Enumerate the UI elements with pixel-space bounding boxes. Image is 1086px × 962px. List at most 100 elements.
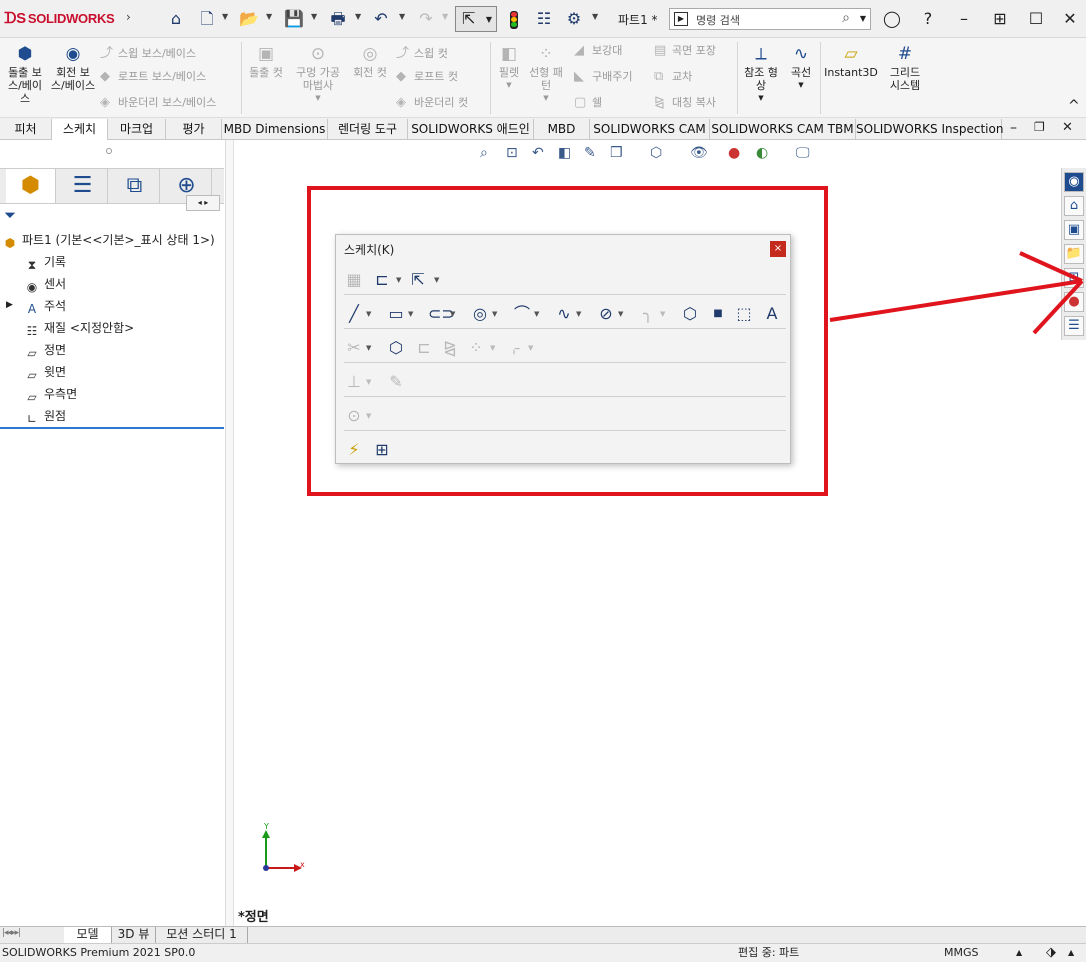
ellipse-icon[interactable]: ⊘ [596, 304, 616, 324]
quick-tips-arrow[interactable]: ▲ [1068, 944, 1074, 962]
tree-item-origin[interactable]: ∟ 원점 [24, 408, 66, 427]
select-dropdown-arrow[interactable]: ▼ [486, 15, 492, 24]
instant3d-button[interactable]: ▱ Instant3D [824, 44, 878, 79]
fillet-button[interactable]: ◧ 필렛 ▼ [494, 44, 524, 92]
home-icon[interactable]: ⌂ [165, 8, 187, 30]
zoom-to-fit-icon[interactable]: ⌕ [480, 145, 488, 161]
fillet-icon[interactable]: ╮ [638, 304, 658, 324]
revolve-boss-button[interactable]: ◉ 회전 보스/베이스 [50, 44, 96, 92]
curves-button[interactable]: ∿ 곡선 ▼ [784, 44, 818, 92]
dropdown-arrow[interactable]: ▼ [450, 310, 455, 318]
new-dropdown-arrow[interactable]: ▼ [222, 12, 228, 21]
panel-tab-scroll-arrows[interactable]: ◂ ▸ [186, 195, 220, 211]
quick-snaps-icon[interactable]: ⊙ [344, 406, 364, 426]
unit-dropdown-arrow[interactable]: ▲ [1016, 944, 1022, 962]
section-view-icon[interactable]: ◧ [558, 145, 571, 161]
dropdown-arrow[interactable]: ▼ [366, 344, 371, 352]
configuration-manager-tab-icon[interactable]: ⧉ [110, 169, 160, 203]
solidworks-resources-icon[interactable]: ◉ [1064, 172, 1084, 192]
intersect-button[interactable]: ⧉ 교차 [654, 68, 692, 84]
tab-evaluate[interactable]: 평가 [166, 119, 222, 140]
restore-layout-button[interactable]: ⊞ [986, 6, 1014, 32]
hide-show-items-icon[interactable]: 👁 [690, 145, 708, 161]
offset-entities-icon[interactable]: ⊏ [414, 338, 434, 358]
dropdown-arrow[interactable]: ▼ [534, 310, 539, 318]
view-orientation-icon[interactable]: ❒ [610, 145, 623, 161]
move-entities-icon[interactable]: ⌌ [504, 338, 524, 358]
redo-dropdown-arrow[interactable]: ▼ [442, 12, 448, 21]
sketch-icon[interactable]: ⊏ [372, 270, 392, 290]
doc-restore-button[interactable]: ❐ [1034, 120, 1045, 134]
rib-button[interactable]: ◢ 보강대 [574, 42, 622, 58]
tab-solidworks-addins[interactable]: SOLIDWORKS 애드인 [408, 119, 534, 140]
mirror-entities-icon[interactable]: ⧎ [440, 338, 460, 358]
search-commands-field[interactable]: ▶ 명령 검색 ⌕ ▼ [669, 8, 871, 30]
options-dropdown-arrow[interactable]: ▼ [592, 12, 598, 21]
undo-icon[interactable]: ↶ [370, 8, 392, 30]
minimize-button[interactable]: – [950, 6, 978, 32]
collapse-ribbon-icon[interactable]: ^ [1068, 98, 1080, 114]
tab-mbd-dimensions[interactable]: MBD Dimensions [222, 119, 328, 140]
tab-markup[interactable]: 마크업 [108, 119, 166, 140]
doc-minimize-button[interactable]: – [1010, 120, 1017, 136]
maximize-button[interactable]: ☐ [1022, 6, 1050, 32]
expand-arrow-icon[interactable]: ▶ [6, 300, 13, 310]
tree-item-history[interactable]: ⧗ 기록 [24, 254, 66, 273]
trim-icon[interactable]: ✂ [344, 338, 364, 358]
loft-boss-button[interactable]: ◆ 로프트 보스/베이스 [100, 68, 206, 84]
dynamic-annotation-icon[interactable]: ✎ [584, 145, 596, 161]
user-icon[interactable]: ◯ [878, 6, 906, 32]
grid-icon[interactable]: ▦ [344, 270, 364, 290]
filter-icon[interactable]: ⏷ [4, 206, 16, 224]
property-manager-tab-icon[interactable]: ☰ [58, 169, 108, 203]
dropdown-arrow[interactable]: ▼ [490, 344, 495, 352]
revolve-cut-button[interactable]: ◎ 회전 컷 [348, 44, 392, 79]
repair-sketch-icon[interactable]: ✎ [386, 372, 406, 392]
tab-solidworks-cam-tbm[interactable]: SOLIDWORKS CAM TBM [710, 119, 856, 140]
tab-solidworks-cam[interactable]: SOLIDWORKS CAM [590, 119, 710, 140]
swept-cut-button[interactable]: ⤴ 스윕 컷 [396, 42, 448, 61]
apply-scene-icon[interactable]: ◐ [756, 145, 768, 161]
shell-button[interactable]: ▢ 쉘 [574, 94, 602, 110]
point-icon[interactable]: ■ [708, 304, 728, 324]
tab-3d-views[interactable]: 3D 뷰 [112, 927, 156, 943]
redo-icon[interactable]: ↷ [415, 8, 437, 30]
traffic-light-icon[interactable] [503, 8, 525, 30]
tree-item-right-plane[interactable]: ▱ 우측면 [24, 386, 77, 405]
help-icon[interactable]: ? [914, 6, 942, 32]
feature-manager-tab-icon[interactable]: ⬢ [6, 169, 56, 203]
boundary-boss-button[interactable]: ◈ 바운더리 보스/베이스 [100, 94, 216, 110]
home-icon[interactable]: ⌂ [1064, 196, 1084, 216]
dropdown-arrow[interactable]: ▼ [366, 310, 371, 318]
swept-boss-button[interactable]: ⤴ 스윕 보스/베이스 [100, 42, 196, 61]
tree-item-annotations[interactable]: A 주석 [24, 298, 66, 317]
file-properties-icon[interactable]: ☷ [533, 8, 555, 30]
new-document-icon[interactable]: 🗋 [196, 8, 218, 30]
tree-item-material[interactable]: ☷ 재질 <지정안함> [24, 320, 135, 339]
menu-expand-arrow-icon[interactable]: › [126, 10, 131, 24]
centerline-plane-icon[interactable]: ⬚ [734, 304, 754, 324]
tab-motion-study[interactable]: 모션 스터디 1 [156, 927, 248, 943]
tab-sketch[interactable]: 스케치 [52, 119, 108, 140]
rectangle-icon[interactable]: ▭ [386, 304, 406, 324]
edit-appearance-icon[interactable]: ● [728, 145, 740, 161]
polygon-icon[interactable]: ⬡ [680, 304, 700, 324]
boundary-cut-button[interactable]: ◈ 바운더리 컷 [396, 94, 468, 110]
open-dropdown-arrow[interactable]: ▼ [266, 12, 272, 21]
open-folder-icon[interactable]: 📂 [238, 8, 260, 30]
zoom-to-area-icon[interactable]: ⊡ [506, 145, 518, 161]
wrap-button[interactable]: ▤ 곡면 포장 [654, 42, 716, 58]
draft-button[interactable]: ◣ 구배주기 [574, 68, 632, 84]
slot-icon[interactable]: ⊂⊃ [428, 304, 455, 324]
extrude-cut-button[interactable]: ▣ 돌출 컷 [246, 44, 286, 79]
spline-icon[interactable]: ∿ [554, 304, 574, 324]
tree-root-part[interactable]: ⬢ 파트1 (기본<<기본>_표시 상태 1>) [2, 232, 215, 251]
tree-item-sensors[interactable]: ◉ 센서 [24, 276, 66, 295]
instant2d-icon[interactable]: ⊞ [372, 440, 392, 460]
dropdown-arrow[interactable]: ▼ [434, 276, 439, 284]
loft-cut-button[interactable]: ◆ 로프트 컷 [396, 68, 458, 84]
quick-tips-icon[interactable]: ⬗ [1046, 944, 1056, 962]
display-relations-icon[interactable]: ⊥ [344, 372, 364, 392]
smart-dimension-icon[interactable]: ⇱ [408, 270, 428, 290]
save-icon[interactable]: 💾 [283, 8, 305, 30]
